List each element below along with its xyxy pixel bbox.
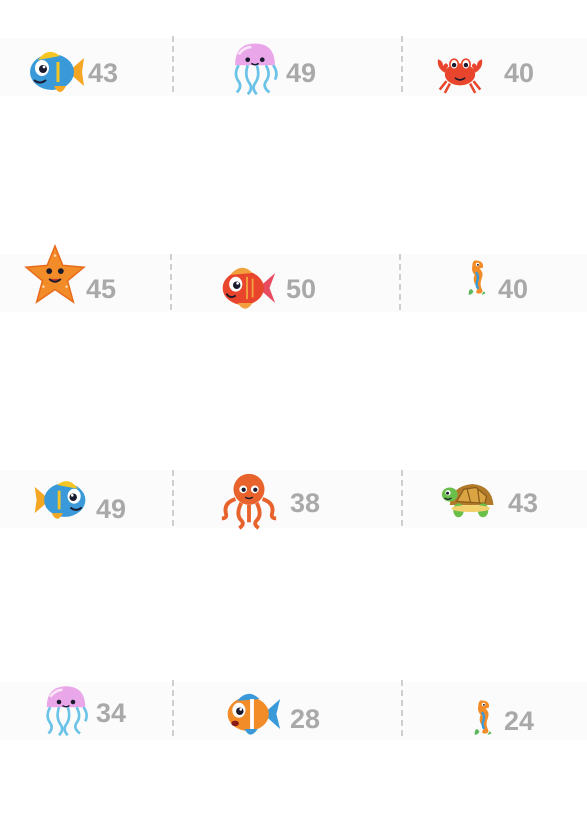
card-8: 38 <box>218 468 348 538</box>
card-number: 24 <box>504 706 535 736</box>
card-3: 40 <box>430 44 560 114</box>
octopus-icon <box>218 468 280 530</box>
card-6: 40 <box>458 246 587 316</box>
card-number: 40 <box>498 274 529 304</box>
divider <box>399 254 401 310</box>
seahorse-icon <box>458 246 496 308</box>
card-11: 28 <box>220 684 350 754</box>
seahorse-icon <box>464 686 502 748</box>
fish-orange-icon <box>220 684 284 744</box>
card-number: 49 <box>286 58 317 88</box>
divider <box>401 470 403 526</box>
turtle-icon <box>438 470 500 526</box>
divider <box>170 254 172 310</box>
card-number: 38 <box>290 488 321 518</box>
card-12: 24 <box>464 686 587 756</box>
divider <box>401 36 403 92</box>
divider <box>172 470 174 526</box>
divider <box>401 680 403 736</box>
card-number: 34 <box>96 698 127 728</box>
card-7: 49 <box>28 470 158 540</box>
fish-blue-icon <box>28 470 94 530</box>
card-9: 43 <box>438 470 568 540</box>
divider <box>172 36 174 92</box>
jellyfish-icon <box>38 680 94 738</box>
card-number: 49 <box>96 494 127 524</box>
jellyfish-icon <box>226 38 284 96</box>
card-number: 43 <box>88 58 119 88</box>
crab-icon <box>430 44 490 98</box>
card-number: 45 <box>86 274 117 304</box>
card-2: 49 <box>226 38 356 108</box>
card-number: 43 <box>508 488 539 518</box>
fish-red-icon <box>212 258 282 318</box>
fish-blue-icon <box>24 40 88 104</box>
card-number: 50 <box>286 274 317 304</box>
card-4: 45 <box>24 244 154 314</box>
starfish-icon <box>24 244 86 306</box>
card-10: 34 <box>38 680 168 750</box>
divider <box>172 680 174 736</box>
card-1: 43 <box>24 40 154 110</box>
card-5: 50 <box>212 258 342 328</box>
card-number: 28 <box>290 704 321 734</box>
card-number: 40 <box>504 58 535 88</box>
